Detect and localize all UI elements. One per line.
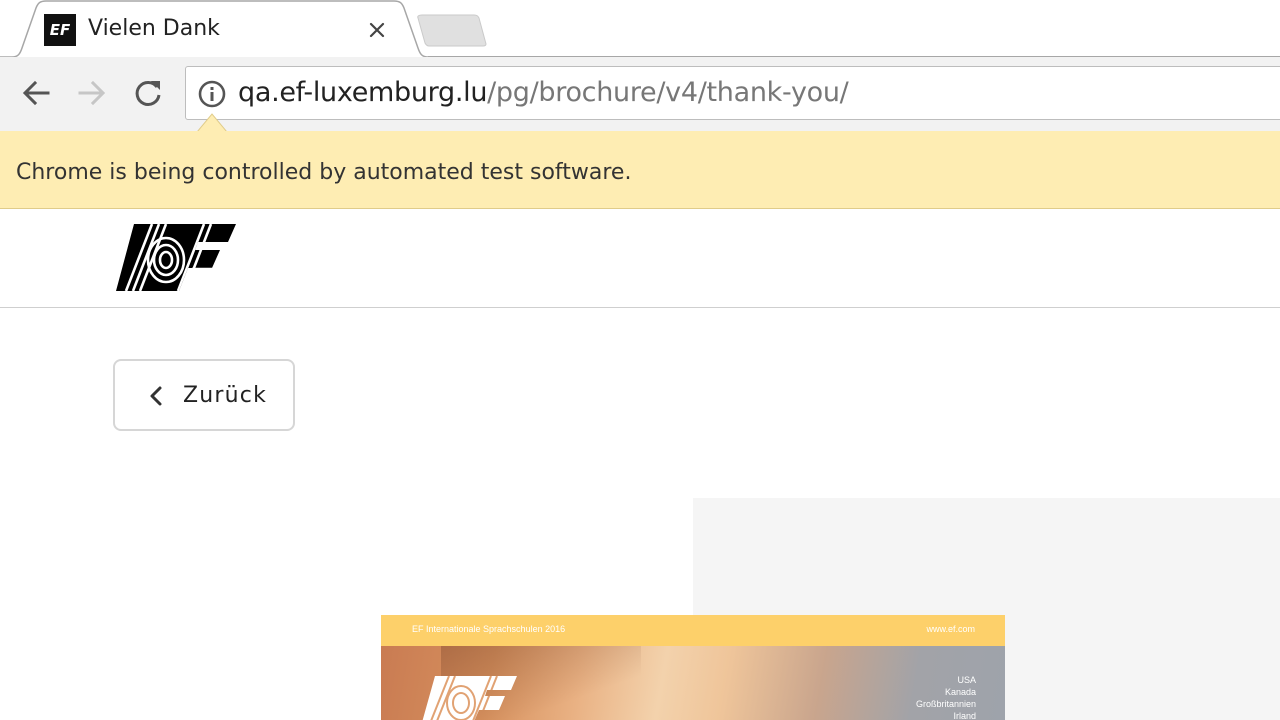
country-item: Großbritannien bbox=[915, 699, 976, 709]
brochure-cover-image[interactable]: EF Internationale Sprachschulen 2016 www… bbox=[381, 615, 1005, 720]
country-item: USA bbox=[957, 675, 976, 685]
back-button-label: Zurück bbox=[183, 383, 268, 408]
country-item: Kanada bbox=[944, 687, 976, 697]
ef-logo-icon[interactable] bbox=[116, 224, 236, 291]
back-button[interactable] bbox=[16, 73, 56, 113]
brochure-photo: USA Kanada Großbritannien Irland bbox=[381, 646, 1005, 720]
browser-toolbar: qa.ef-luxemburg.lu/pg/brochure/v4/thank-… bbox=[0, 57, 1280, 131]
url-text[interactable]: qa.ef-luxemburg.lu/pg/brochure/v4/thank-… bbox=[238, 75, 849, 111]
infobar-pointer bbox=[197, 113, 227, 133]
close-icon[interactable] bbox=[364, 17, 390, 43]
country-item: Irland bbox=[953, 711, 976, 720]
arrow-right-icon bbox=[78, 80, 106, 106]
forward-button[interactable] bbox=[72, 73, 112, 113]
infobar-message: Chrome is being controlled by automated … bbox=[16, 160, 632, 185]
ef-logo-icon bbox=[421, 676, 517, 720]
arrow-left-icon bbox=[22, 80, 50, 106]
svg-text:EF: EF bbox=[50, 21, 71, 39]
ef-logo-icon: EF bbox=[44, 14, 76, 46]
info-icon[interactable] bbox=[197, 79, 227, 109]
tab-title: Vielen Dank bbox=[88, 16, 220, 41]
reload-icon bbox=[135, 80, 161, 106]
brochure-country-list: USA Kanada Großbritannien Irland bbox=[916, 674, 976, 720]
address-bar[interactable]: qa.ef-luxemburg.lu/pg/brochure/v4/thank-… bbox=[185, 66, 1280, 120]
reload-button[interactable] bbox=[128, 73, 168, 113]
brochure-header-bar: EF Internationale Sprachschulen 2016 www… bbox=[381, 615, 1005, 646]
automation-infobar: Chrome is being controlled by automated … bbox=[0, 131, 1280, 209]
back-link-button[interactable]: Zurück bbox=[113, 359, 295, 431]
brochure-header-title: EF Internationale Sprachschulen 2016 bbox=[412, 624, 566, 634]
new-tab-icon[interactable] bbox=[416, 13, 488, 47]
url-host: qa.ef-luxemburg.lu bbox=[238, 77, 488, 108]
url-path: /pg/brochure/v4/thank-you/ bbox=[487, 77, 849, 108]
site-header bbox=[0, 209, 1280, 308]
brochure-header-url: www.ef.com bbox=[926, 624, 975, 634]
chevron-left-icon bbox=[150, 386, 162, 406]
tab-strip: EF Vielen Dank bbox=[0, 0, 1280, 58]
